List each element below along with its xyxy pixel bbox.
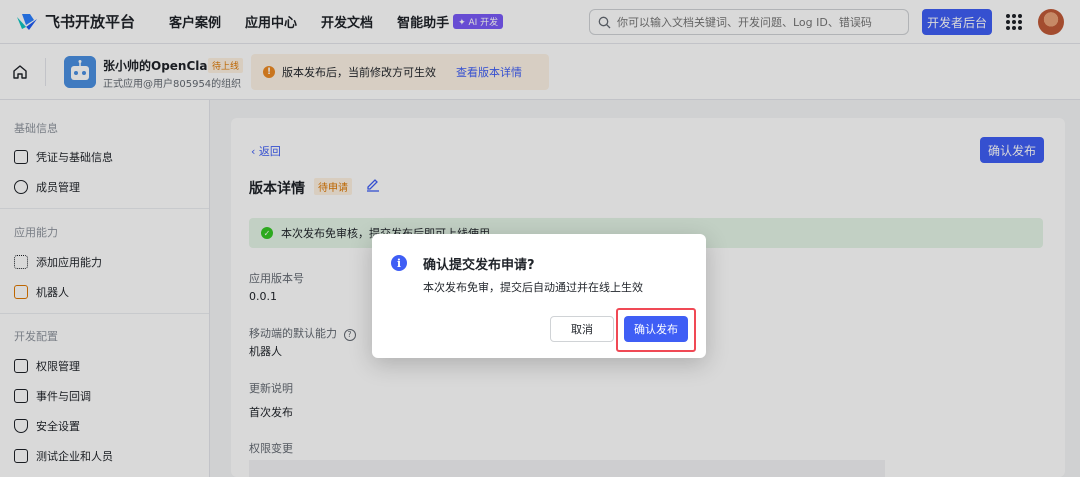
dialog-title: 确认提交发布申请? [423,258,535,273]
dialog-body: 本次发布免审，提交后自动通过并在线上生效 [423,281,643,294]
confirm-dialog: i 确认提交发布申请? 本次发布免审，提交后自动通过并在线上生效 取消 确认发布 [372,234,706,358]
confirm-publish-button[interactable]: 确认发布 [624,316,688,342]
cancel-button[interactable]: 取消 [550,316,614,342]
info-icon: i [391,255,407,271]
